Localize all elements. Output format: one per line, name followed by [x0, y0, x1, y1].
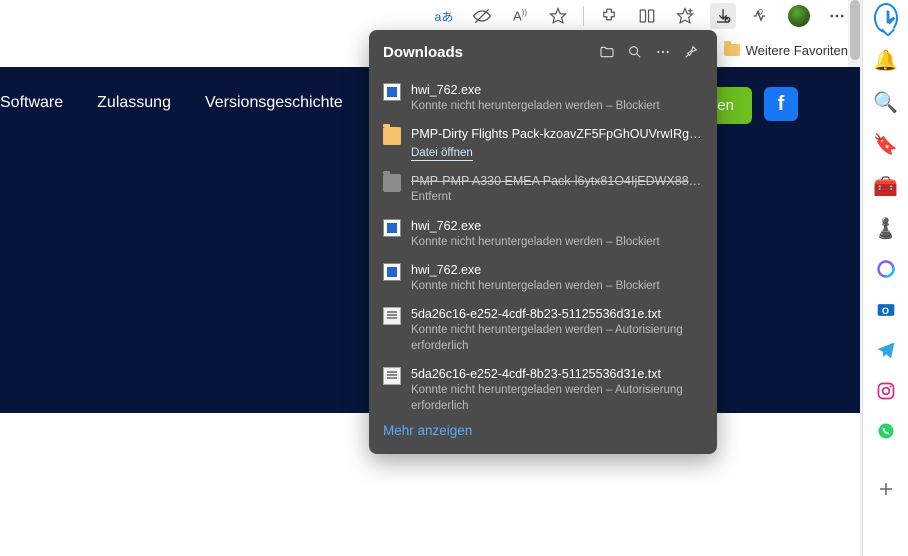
show-more-link[interactable]: Mehr anzeigen	[383, 423, 472, 438]
site-nav: Software Zulassung Versionsgeschichte	[0, 94, 343, 112]
favorites-icon[interactable]	[672, 3, 698, 29]
download-item-body: hwi_762.exeKonnte nicht heruntergeladen …	[411, 262, 703, 294]
download-item-body: 5da26c16-e252-4cdf-8b23-51125536d31e.txt…	[411, 306, 703, 354]
download-filename: 5da26c16-e252-4cdf-8b23-51125536d31e.txt	[411, 306, 703, 323]
performance-icon[interactable]	[748, 3, 774, 29]
shopping-tag-icon[interactable]: 🔖	[874, 132, 898, 156]
downloads-list: hwi_762.exeKonnte nicht heruntergeladen …	[369, 72, 717, 412]
search-icon[interactable]	[623, 40, 647, 64]
download-filename: PMP-Dirty Flights Pack-kzoavZF5FpGhOUVrw…	[411, 126, 703, 143]
downloads-title: Downloads	[383, 44, 591, 61]
download-item-body: hwi_762.exeKonnte nicht heruntergeladen …	[411, 218, 703, 250]
toolbar-divider	[583, 6, 584, 26]
download-item[interactable]: 5da26c16-e252-4cdf-8b23-51125536d31e.txt…	[369, 360, 717, 412]
download-filename: 5da26c16-e252-4cdf-8b23-51125536d31e.txt	[411, 366, 703, 383]
whatsapp-icon[interactable]	[874, 420, 898, 442]
favorite-star-icon[interactable]	[545, 3, 571, 29]
download-item-body: hwi_762.exeKonnte nicht heruntergeladen …	[411, 82, 703, 114]
extensions-icon[interactable]	[596, 3, 622, 29]
facebook-button[interactable]: f	[764, 87, 798, 121]
download-filename: hwi_762.exe	[411, 262, 703, 279]
read-aloud-icon[interactable]: A))	[507, 3, 533, 29]
panel-more-icon[interactable]	[651, 40, 675, 64]
privacy-icon[interactable]	[469, 3, 495, 29]
games-icon[interactable]: ♟️	[874, 216, 898, 240]
tools-icon[interactable]: 🧰	[874, 174, 898, 198]
download-filename: hwi_762.exe	[411, 82, 703, 99]
copilot-icon[interactable]	[874, 258, 898, 280]
folder-icon	[724, 44, 740, 56]
svg-text:O: O	[881, 306, 888, 316]
download-status: Konnte nicht heruntergeladen werden – Bl…	[411, 279, 703, 295]
more-icon[interactable]	[824, 3, 850, 29]
download-filename: hwi_762.exe	[411, 218, 703, 235]
download-item[interactable]: PMP-Dirty Flights Pack-kzoavZF5FpGhOUVrw…	[369, 120, 717, 167]
downloads-panel: Downloads hwi_762.exeKonnte nicht herunt…	[369, 30, 717, 454]
downloads-icon[interactable]	[710, 3, 736, 29]
download-item-body: PMP-PMP A330 EMEA Pack-l6ytx81O4IjEDWX88…	[411, 173, 703, 205]
download-item-body: PMP-Dirty Flights Pack-kzoavZF5FpGhOUVrw…	[411, 126, 703, 161]
download-status: Konnte nicht heruntergeladen werden – Au…	[411, 383, 703, 412]
download-item[interactable]: 5da26c16-e252-4cdf-8b23-51125536d31e.txt…	[369, 300, 717, 360]
downloads-header: Downloads	[369, 30, 717, 72]
profile-avatar[interactable]	[786, 3, 812, 29]
nav-item-history[interactable]: Versionsgeschichte	[205, 94, 343, 112]
download-item[interactable]: hwi_762.exeKonnte nicht heruntergeladen …	[369, 256, 717, 300]
download-item[interactable]: hwi_762.exeKonnte nicht heruntergeladen …	[369, 212, 717, 256]
downloads-footer: Mehr anzeigen	[369, 412, 717, 454]
open-file-link[interactable]: Datei öffnen	[411, 147, 473, 161]
instagram-icon[interactable]	[874, 379, 898, 401]
favorites-folder[interactable]: Weitere Favoriten	[724, 43, 848, 58]
download-item[interactable]: PMP-PMP A330 EMEA Pack-l6ytx81O4IjEDWX88…	[369, 167, 717, 211]
download-status: Konnte nicht heruntergeladen werden – Bl…	[411, 235, 703, 251]
pin-icon[interactable]	[679, 40, 703, 64]
bell-icon[interactable]: 🔔	[874, 48, 898, 72]
download-item[interactable]: hwi_762.exeKonnte nicht heruntergeladen …	[369, 76, 717, 120]
browser-toolbar: aあ A))	[0, 2, 860, 30]
download-status: Konnte nicht heruntergeladen werden – Au…	[411, 323, 703, 354]
translate-icon[interactable]: aあ	[431, 3, 457, 29]
txt-file-icon	[383, 307, 401, 325]
telegram-icon[interactable]	[874, 339, 898, 361]
sidebar-search-icon[interactable]: 🔍	[874, 90, 898, 114]
download-item-body: 5da26c16-e252-4cdf-8b23-51125536d31e.txt…	[411, 366, 703, 412]
exe-file-icon	[383, 219, 401, 237]
split-screen-icon[interactable]	[634, 3, 660, 29]
edge-sidebar: 🔔 🔍 🔖 🧰 ♟️ O	[862, 0, 908, 556]
outlook-icon[interactable]: O	[874, 298, 898, 320]
exe-file-icon	[383, 263, 401, 281]
scrollbar-thumb[interactable]	[850, 0, 860, 60]
txt-file-icon	[383, 367, 401, 385]
nav-item-approval[interactable]: Zulassung	[97, 94, 171, 112]
download-filename: PMP-PMP A330 EMEA Pack-l6ytx81O4IjEDWX88…	[411, 173, 703, 190]
favorites-label: Weitere Favoriten	[746, 43, 848, 58]
zip-file-icon	[383, 127, 401, 145]
exe-file-icon	[383, 83, 401, 101]
nav-item-software[interactable]: Software	[0, 94, 63, 112]
zip-grey-file-icon	[383, 174, 401, 192]
download-status: Konnte nicht heruntergeladen werden – Bl…	[411, 99, 703, 115]
download-status: Entfernt	[411, 190, 703, 206]
open-folder-icon[interactable]	[595, 40, 619, 64]
add-sidebar-icon[interactable]	[874, 478, 898, 500]
bing-chat-icon[interactable]	[874, 6, 898, 30]
